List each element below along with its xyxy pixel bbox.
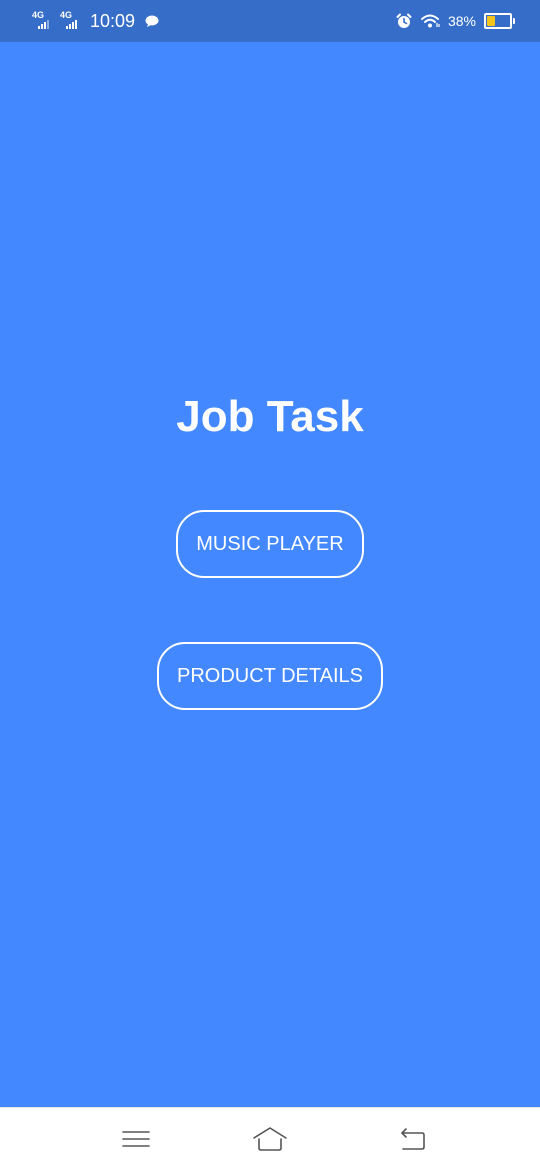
- home-icon: [253, 1127, 287, 1151]
- status-bar: 4G 4G 10:09 38%: [0, 0, 540, 42]
- battery-percent: 38%: [447, 13, 476, 29]
- sim2-network-label: 4G: [60, 10, 73, 20]
- app-screen: 4G 4G 10:09 38% Job Task MUSIC PLAYER PR…: [0, 0, 540, 1170]
- signal-icon: 4G: [60, 10, 82, 32]
- back-icon: [401, 1128, 425, 1150]
- status-right: 38%: [396, 0, 515, 42]
- sim1-network-label: 4G: [32, 10, 45, 20]
- back-button[interactable]: [392, 1122, 432, 1156]
- navigation-bar: [0, 1107, 540, 1170]
- status-left: 4G 4G 10:09: [32, 0, 159, 42]
- battery-icon: [484, 13, 515, 29]
- menu-icon: [122, 1131, 150, 1147]
- home-button[interactable]: [250, 1122, 290, 1156]
- music-player-button[interactable]: MUSIC PLAYER: [176, 510, 364, 578]
- wifi-icon: [420, 14, 440, 28]
- menu-button[interactable]: [116, 1122, 156, 1156]
- status-time: 10:09: [90, 10, 136, 31]
- product-details-button[interactable]: PRODUCT DETAILS: [157, 642, 383, 710]
- message-icon: [145, 15, 159, 27]
- page-title: Job Task: [176, 392, 364, 441]
- alarm-icon: [396, 13, 412, 28]
- signal-icon: 4G: [32, 10, 54, 32]
- battery-level: [487, 16, 495, 26]
